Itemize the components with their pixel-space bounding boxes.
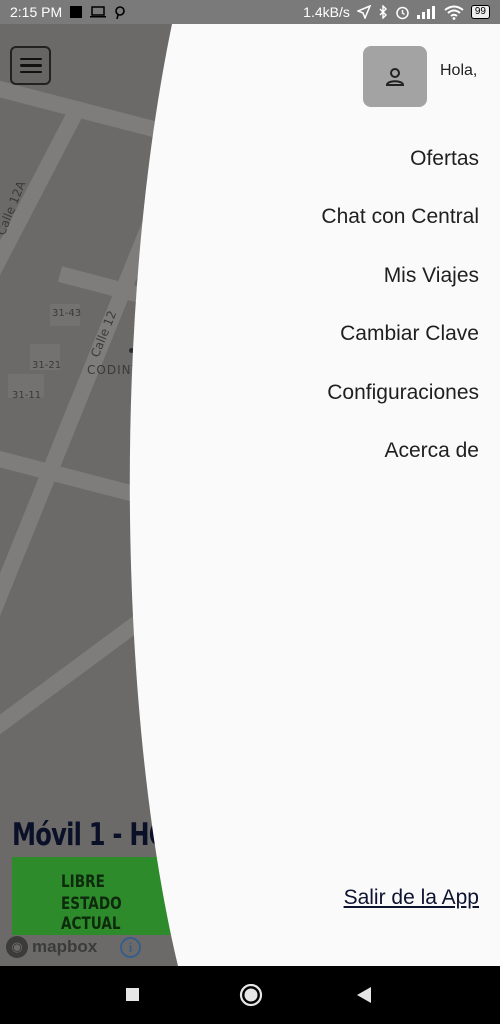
app-notification-icon xyxy=(115,6,125,19)
menu-item-cambiar-clave[interactable]: Cambiar Clave xyxy=(340,322,479,346)
menu-item-ofertas[interactable]: Ofertas xyxy=(410,147,479,171)
menu-item-mis-viajes[interactable]: Mis Viajes xyxy=(384,264,479,288)
laptop-icon xyxy=(90,6,107,18)
notification-square-icon xyxy=(70,6,83,18)
status-time: 2:15 PM xyxy=(10,4,63,20)
bluetooth-icon xyxy=(379,5,387,19)
wifi-icon xyxy=(444,5,464,20)
menu-item-acerca-de[interactable]: Acerca de xyxy=(384,439,479,463)
navigation-drawer: Hola, Ofertas Chat con Central Mis Viaje… xyxy=(170,24,500,966)
battery-icon: 99 xyxy=(470,5,490,19)
alarm-icon xyxy=(396,6,409,19)
greeting-text: Hola, xyxy=(440,62,478,79)
user-icon xyxy=(385,67,405,86)
menu-item-configuraciones[interactable]: Configuraciones xyxy=(327,381,479,405)
user-avatar[interactable] xyxy=(363,46,427,107)
recents-icon[interactable] xyxy=(125,984,141,1006)
network-speed: 1.4kB/s xyxy=(303,4,350,20)
home-icon[interactable] xyxy=(239,984,263,1008)
signal-icon xyxy=(416,6,435,19)
location-icon xyxy=(356,5,371,19)
logout-link[interactable]: Salir de la App xyxy=(344,886,479,910)
status-bar: 2:15 PM 1.4kB/s 99 xyxy=(0,0,500,24)
back-icon[interactable] xyxy=(355,984,373,1006)
system-nav-bar xyxy=(0,966,500,1024)
menu-item-chat[interactable]: Chat con Central xyxy=(321,205,479,229)
